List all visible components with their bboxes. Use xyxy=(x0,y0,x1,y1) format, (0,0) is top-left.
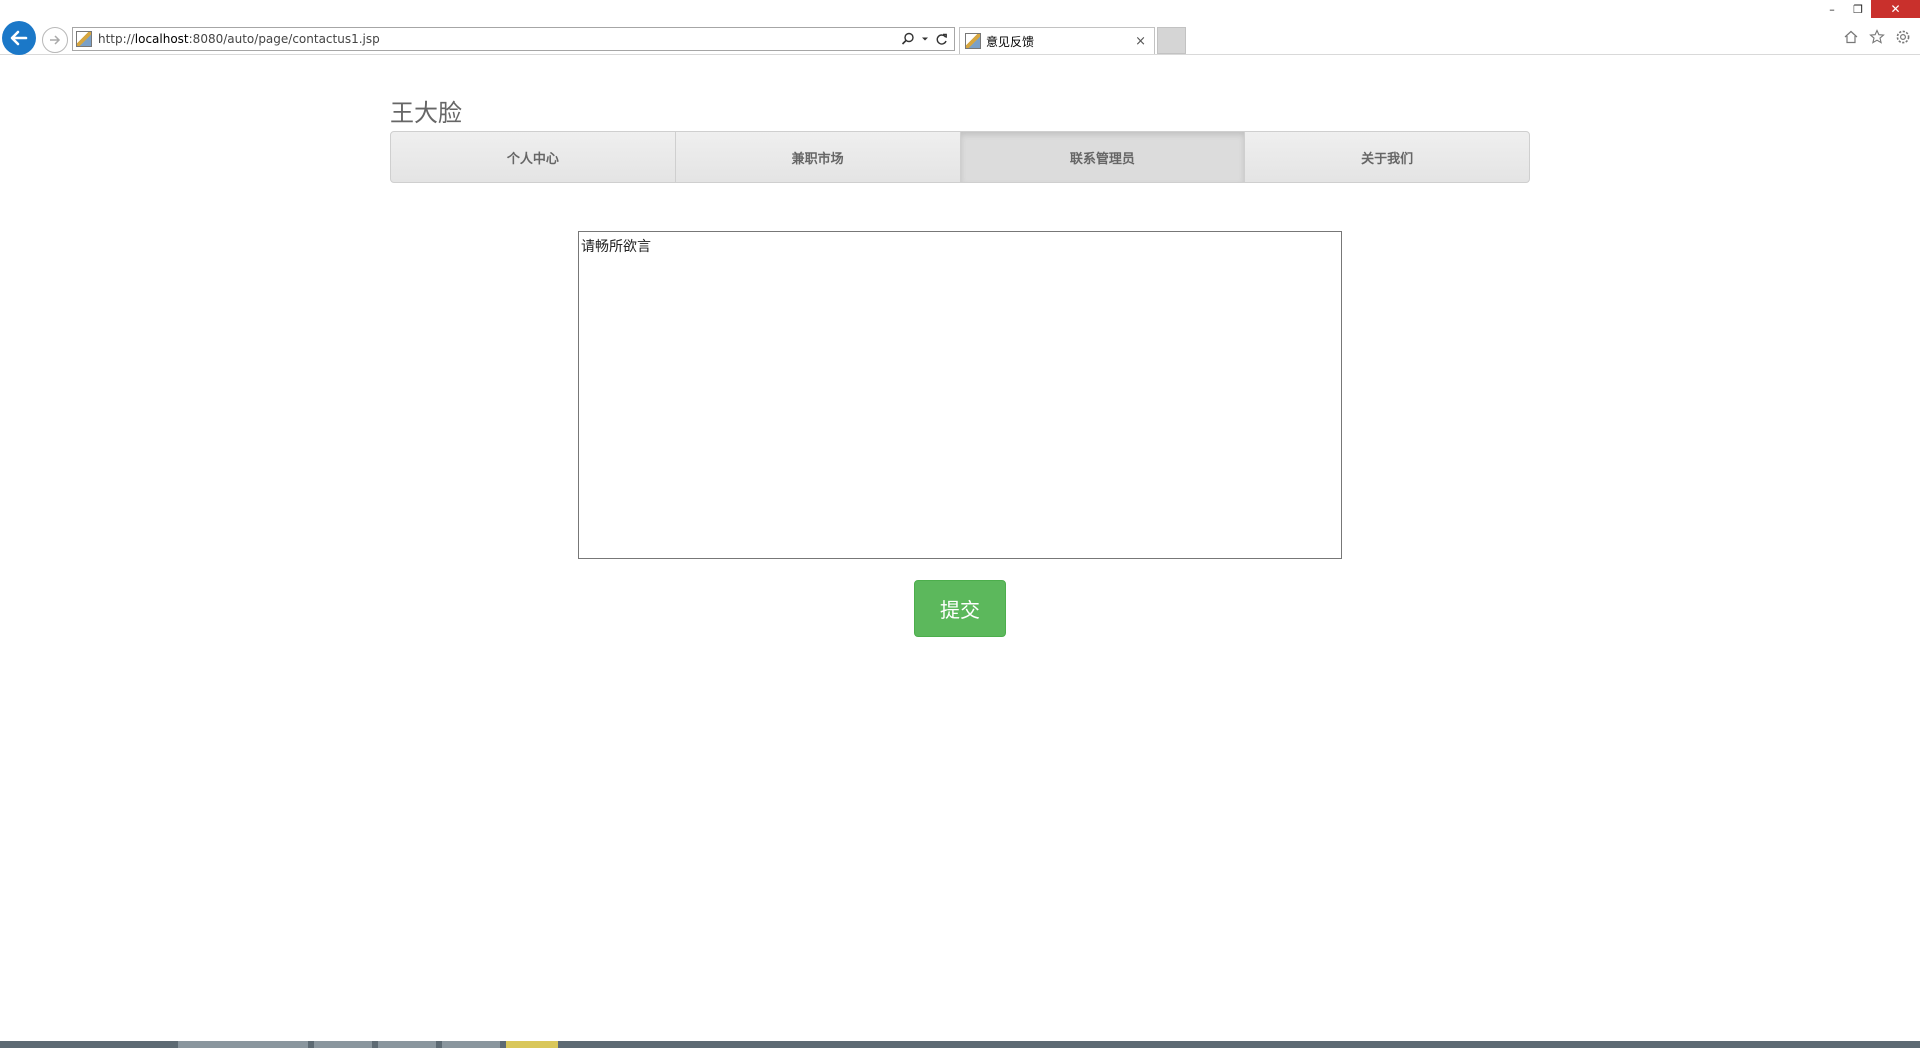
browser-chrome: – ❐ ✕ http://localhost:8080/auto/page/co… xyxy=(0,0,1920,55)
chevron-down-icon[interactable] xyxy=(921,35,929,43)
nav-item-contact-admin[interactable]: 联系管理员 xyxy=(960,132,1246,182)
tab-feedback[interactable]: 意见反馈 × xyxy=(959,27,1155,54)
tab-close-icon[interactable]: × xyxy=(1135,34,1146,49)
window-controls: – ❐ ✕ xyxy=(1819,0,1920,18)
address-bar[interactable]: http://localhost:8080/auto/page/contactu… xyxy=(72,27,955,51)
submit-button[interactable]: 提交 xyxy=(914,580,1006,637)
minimize-button[interactable]: – xyxy=(1819,0,1845,18)
taskbar-item-active[interactable] xyxy=(506,1041,558,1048)
taskbar-item[interactable] xyxy=(314,1041,372,1048)
home-icon[interactable] xyxy=(1842,28,1860,46)
nav-item-part-time-market[interactable]: 兼职市场 xyxy=(676,132,961,182)
nav-item-personal-center[interactable]: 个人中心 xyxy=(391,132,676,182)
page-icon xyxy=(76,31,92,47)
url-host: localhost xyxy=(134,32,189,46)
tab-page-icon xyxy=(965,33,981,49)
star-icon[interactable] xyxy=(1868,28,1886,46)
back-button[interactable] xyxy=(2,21,36,55)
url-scheme: http:// xyxy=(98,32,135,46)
feedback-textarea[interactable]: 请畅所欲言 xyxy=(578,231,1342,559)
close-window-button[interactable]: ✕ xyxy=(1871,0,1920,18)
taskbar xyxy=(0,1041,1920,1048)
taskbar-item[interactable] xyxy=(178,1041,308,1048)
arrow-right-icon xyxy=(50,35,61,45)
taskbar-item[interactable] xyxy=(442,1041,500,1048)
new-tab-button[interactable] xyxy=(1157,27,1186,54)
search-icon[interactable] xyxy=(901,32,915,46)
url-text[interactable]: http://localhost:8080/auto/page/contactu… xyxy=(98,32,380,46)
browser-toolbar-icons xyxy=(1842,28,1912,46)
arrow-left-icon xyxy=(10,30,28,46)
forward-button[interactable] xyxy=(42,27,68,53)
restore-button[interactable]: ❐ xyxy=(1845,0,1871,18)
url-path: :8080/auto/page/contactus1.jsp xyxy=(188,32,380,46)
tab-title: 意见反馈 xyxy=(986,34,1035,49)
address-tools xyxy=(901,32,954,46)
site-title: 王大脸 xyxy=(390,99,462,127)
refresh-icon[interactable] xyxy=(935,33,948,46)
nav-item-about-us[interactable]: 关于我们 xyxy=(1245,132,1529,182)
taskbar-item[interactable] xyxy=(378,1041,436,1048)
main-nav: 个人中心 兼职市场 联系管理员 关于我们 xyxy=(390,131,1530,183)
gear-icon[interactable] xyxy=(1894,28,1912,46)
